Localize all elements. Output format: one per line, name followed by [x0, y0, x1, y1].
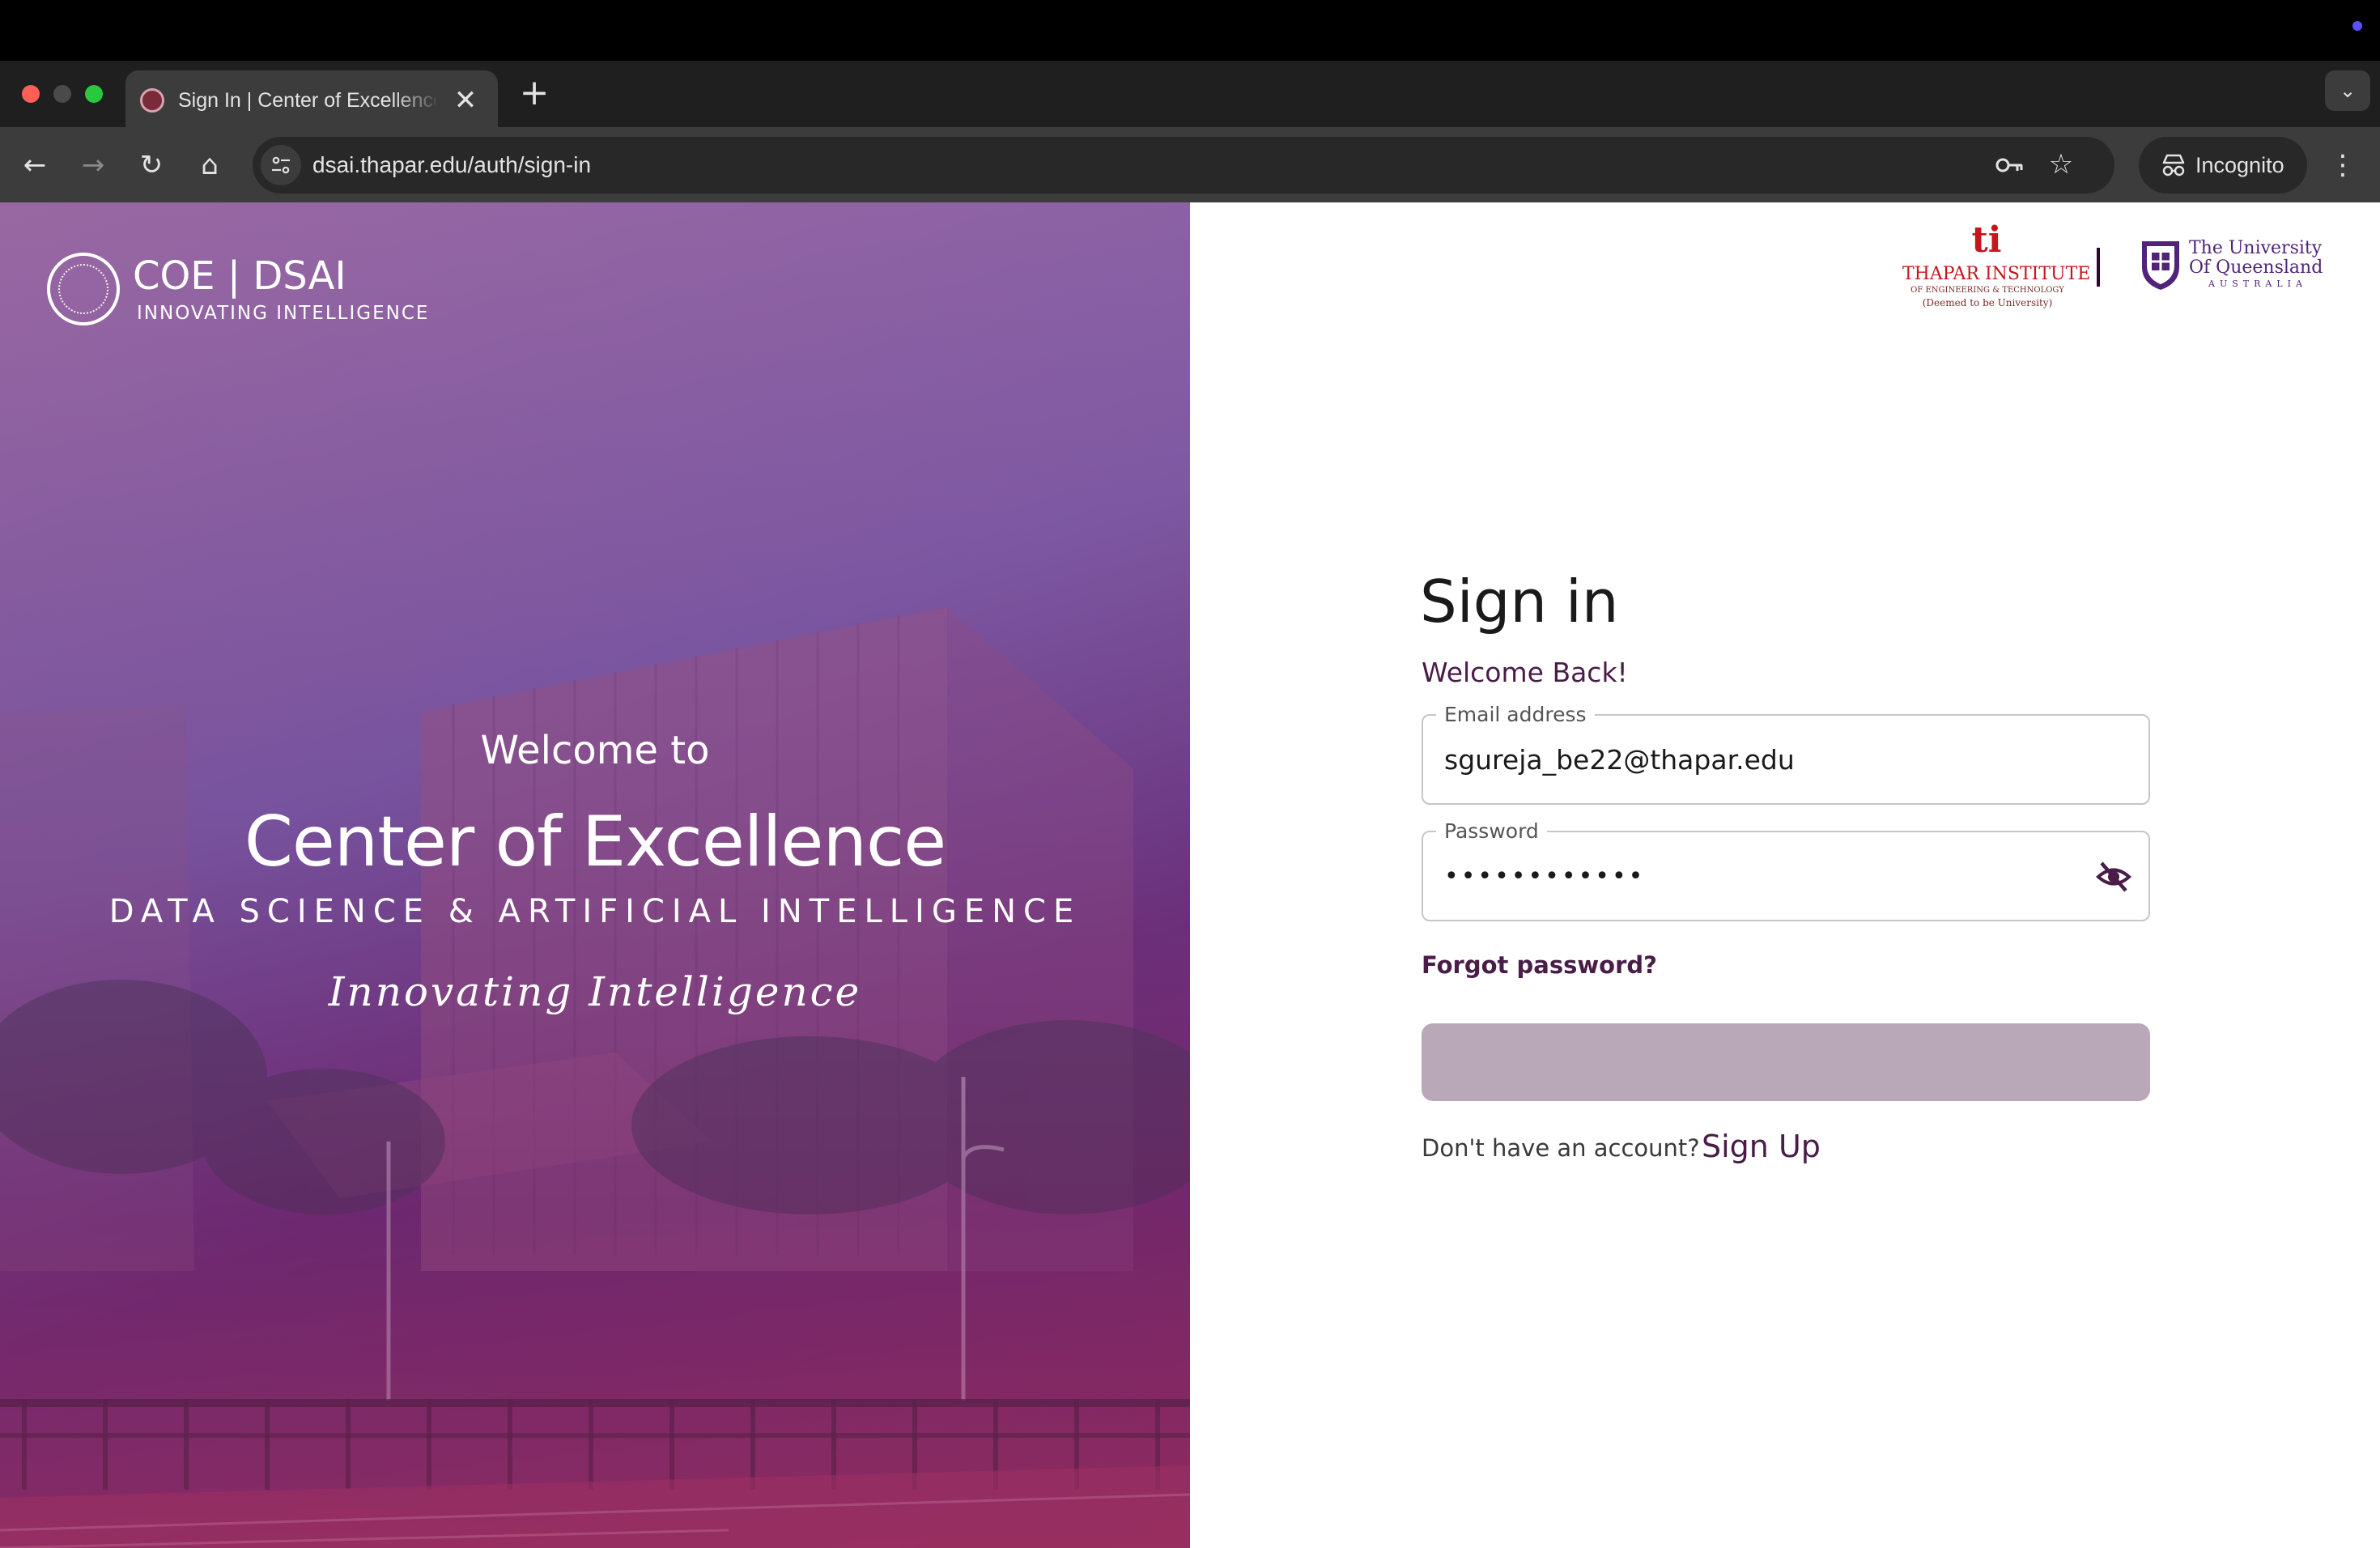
hero-brand: COE | DSAI	[133, 253, 346, 299]
tab-sign-in[interactable]: Sign In | Center of Excellence ✕	[125, 70, 498, 127]
tab-search-button[interactable]: ⌄	[2325, 70, 2370, 111]
eye-off-icon[interactable]	[2095, 858, 2132, 895]
password-key-icon[interactable]	[1993, 149, 2025, 181]
hero-welcome: Welcome to	[480, 728, 710, 773]
browser-menu-button[interactable]: ⋮	[2325, 145, 2361, 185]
coe-logo-icon[interactable]	[47, 253, 120, 325]
no-account-text: Don't have an account?	[1422, 1134, 1700, 1162]
thapar-institute-logo[interactable]: ti THAPAR INSTITUTE OF ENGINEERING & TEC…	[1902, 219, 2091, 311]
reload-button[interactable]: ↻	[131, 145, 172, 185]
hero-tagline: INNOVATING INTELLIGENCE	[137, 303, 430, 324]
hero-panel: COE | DSAI INNOVATING INTELLIGENCE Welco…	[0, 202, 1190, 1548]
hero-subtitle: DATA SCIENCE & ARTIFICIAL INTELLIGENCE	[108, 893, 1082, 930]
sign-in-panel: ti THAPAR INSTITUTE OF ENGINEERING & TEC…	[1190, 202, 2380, 1548]
forgot-password-link[interactable]: Forgot password?	[1422, 947, 1657, 983]
page-title: Sign in	[1420, 568, 1619, 636]
url-text[interactable]: dsai.thapar.edu/auth/sign-in	[312, 150, 591, 181]
hero-motto: Innovating Intelligence	[328, 968, 862, 1015]
system-menu-bar	[0, 0, 2380, 61]
uq-country: AUSTRALIA	[2208, 279, 2307, 289]
email-label: Email address	[1436, 703, 1595, 727]
address-bar[interactable]: dsai.thapar.edu/auth/sign-in ☆	[253, 137, 2114, 194]
new-tab-button[interactable]: +	[516, 75, 552, 111]
back-button[interactable]: ←	[15, 145, 55, 185]
home-button[interactable]: ⌂	[189, 145, 230, 185]
site-info-icon[interactable]	[261, 145, 301, 185]
tab-title-fade	[393, 80, 441, 117]
window-minimize-button[interactable]	[53, 85, 71, 103]
bookmark-star-icon[interactable]: ☆	[2043, 147, 2079, 182]
uq-logo[interactable]: The University Of Queensland AUSTRALIA	[2139, 238, 2341, 303]
thapar-ti-mark-icon: ti	[1971, 219, 2002, 261]
tab-strip: Sign In | Center of Excellence ✕ + ⌄	[0, 61, 2380, 127]
page: COE | DSAI INNOVATING INTELLIGENCE Welco…	[0, 202, 2380, 1548]
window-close-button[interactable]	[22, 85, 40, 103]
email-input[interactable]	[1425, 734, 2089, 785]
password-field[interactable]: Password	[1422, 819, 2150, 921]
coe-favicon-icon	[140, 88, 164, 113]
uq-name-line2: Of Queensland	[2189, 257, 2323, 278]
password-input[interactable]	[1425, 850, 2089, 902]
sign-up-link[interactable]: Sign Up	[1702, 1125, 1821, 1167]
welcome-message: Welcome Back!	[1422, 657, 1628, 688]
thapar-subtitle: OF ENGINEERING & TECHNOLOGY	[1910, 286, 2064, 295]
incognito-indicator[interactable]: Incognito	[2139, 137, 2307, 194]
window-zoom-button[interactable]	[85, 85, 103, 103]
incognito-label: Incognito	[2195, 153, 2284, 177]
browser-toolbar: ← → ↻ ⌂ dsai.thapar.edu/auth/sign-in ☆ I…	[0, 127, 2380, 202]
uq-crest-icon	[2142, 241, 2179, 290]
thapar-name: THAPAR INSTITUTE	[1902, 264, 2091, 284]
forward-button[interactable]: →	[73, 145, 113, 185]
sign-in-button[interactable]	[1422, 1023, 2150, 1101]
email-field[interactable]: Email address	[1422, 703, 2150, 805]
uq-name-line1: The University	[2189, 238, 2323, 258]
tab-close-icon[interactable]: ✕	[449, 84, 482, 117]
password-label: Password	[1436, 819, 1547, 844]
logo-divider	[2097, 248, 2100, 287]
incognito-icon	[2160, 151, 2187, 179]
coe-logo-brain-icon	[58, 264, 108, 314]
hero-title: Center of Excellence	[244, 802, 946, 882]
thapar-deemed: (Deemed to be University)	[1922, 297, 2053, 308]
status-indicator-icon	[2352, 21, 2362, 31]
